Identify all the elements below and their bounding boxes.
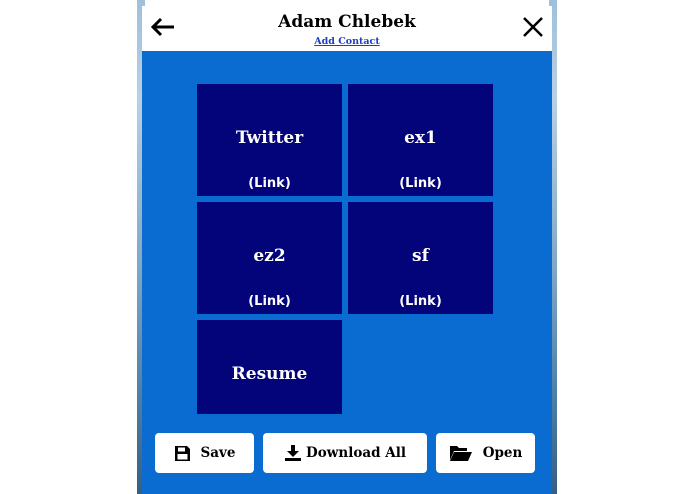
tile-link-label[interactable]: (Link) [197, 294, 342, 309]
tile-title: ex1 [404, 128, 437, 148]
download-icon [284, 444, 302, 462]
floppy-disk-icon [174, 445, 191, 462]
header-bar: Adam Chlebek Add Contact [142, 6, 552, 51]
save-button[interactable]: Save [155, 433, 254, 473]
close-button[interactable] [518, 12, 548, 42]
link-tile-sf[interactable]: sf (Link) [348, 202, 493, 314]
folder-open-icon [449, 444, 473, 462]
close-icon [523, 17, 543, 37]
link-tile-resume[interactable]: Resume [197, 320, 342, 414]
download-all-button[interactable]: Download All [263, 433, 427, 473]
link-tile-ez2[interactable]: ez2 (Link) [197, 202, 342, 314]
open-button[interactable]: Open [436, 433, 535, 473]
open-label: Open [482, 445, 523, 461]
tile-title: sf [412, 246, 429, 266]
tile-link-label[interactable]: (Link) [197, 176, 342, 191]
link-tile-ex1[interactable]: ex1 (Link) [348, 84, 493, 196]
contact-card-window: Adam Chlebek Add Contact Twitter (Link) … [142, 6, 552, 494]
contact-name-title: Adam Chlebek [278, 12, 416, 32]
tile-title: Twitter [235, 128, 304, 148]
tile-title: ez2 [253, 246, 286, 266]
tile-link-label[interactable]: (Link) [348, 294, 493, 309]
tile-link-label[interactable]: (Link) [348, 176, 493, 191]
save-label: Save [200, 445, 236, 461]
download-all-label: Download All [306, 445, 406, 461]
add-contact-link[interactable]: Add Contact [262, 36, 432, 47]
link-tile-twitter[interactable]: Twitter (Link) [197, 84, 342, 196]
tile-title: Resume [231, 364, 308, 384]
back-button[interactable] [148, 12, 178, 42]
arrow-left-icon [150, 17, 174, 37]
